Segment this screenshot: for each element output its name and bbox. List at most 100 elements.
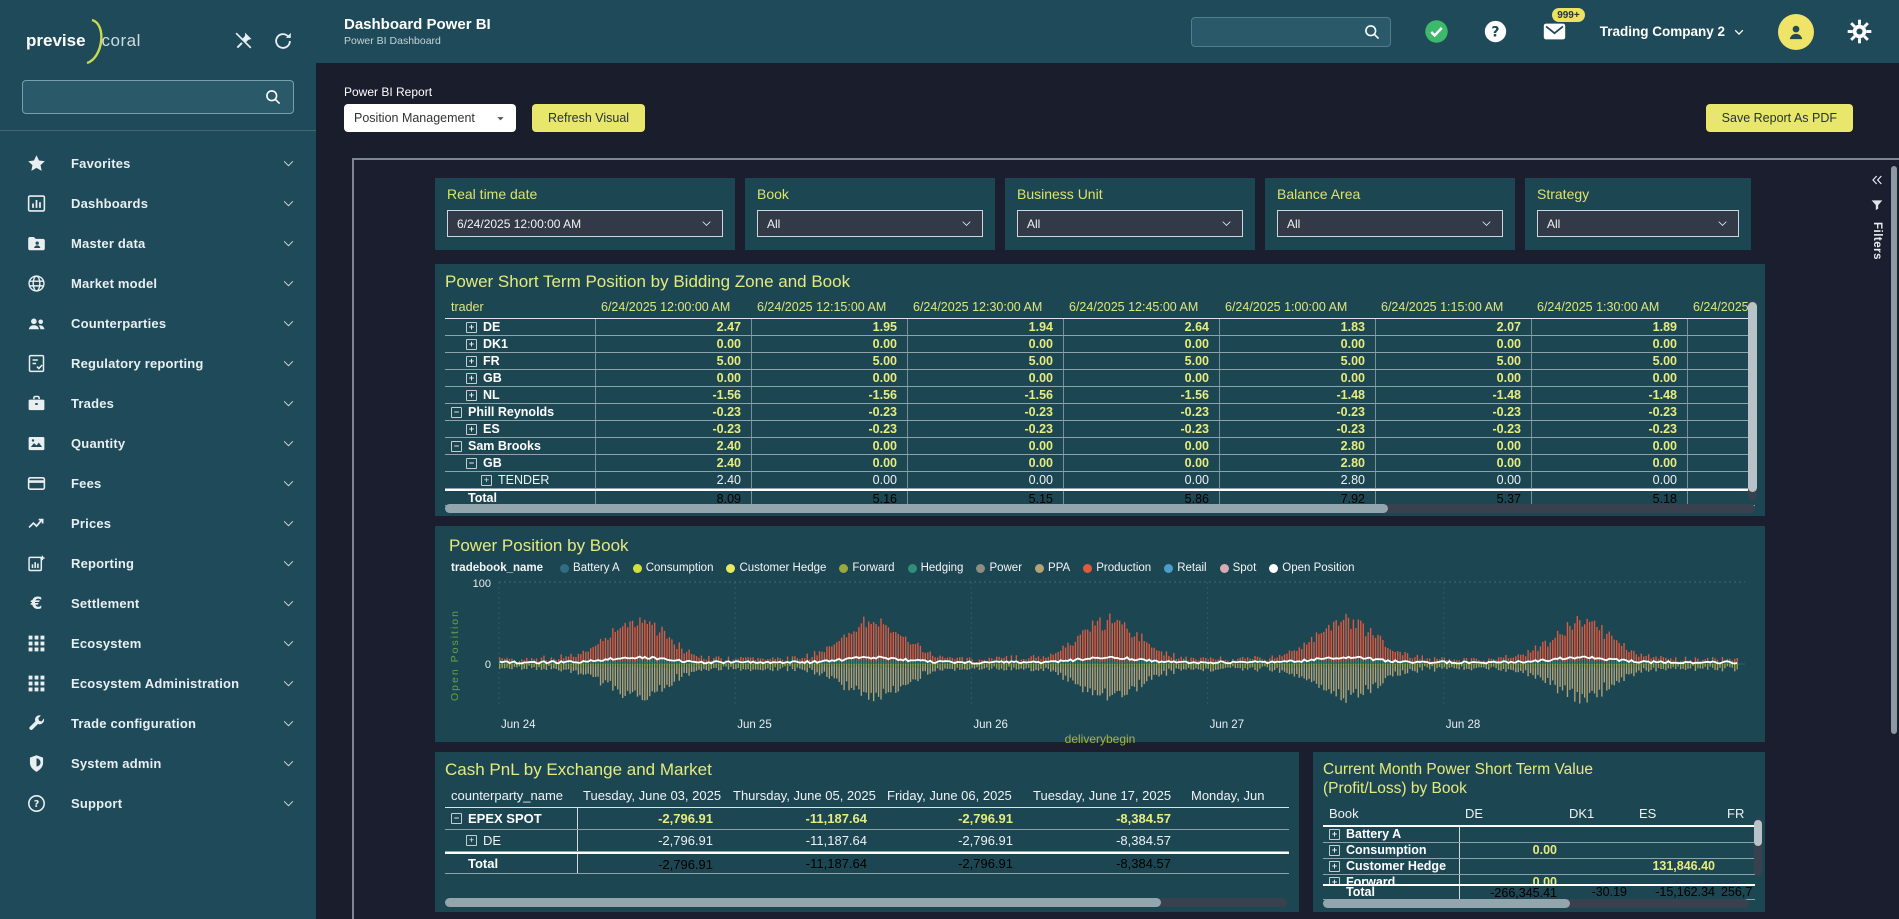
expand-icon[interactable]: + <box>466 339 477 350</box>
table-row[interactable]: +DE2.471.951.942.641.832.071.89 <box>445 319 1755 336</box>
sidebar-item-system-admin[interactable]: System admin <box>0 743 316 783</box>
cash-pnl-horizontal-scrollbar[interactable] <box>445 898 1287 907</box>
sidebar-item-market-model[interactable]: Market model <box>0 263 316 303</box>
collapse-icon[interactable]: − <box>451 813 462 824</box>
sidebar-item-settlement[interactable]: Settlement <box>0 583 316 623</box>
user-avatar[interactable] <box>1778 14 1814 50</box>
report-vertical-scrollbar[interactable] <box>1891 166 1897 913</box>
row-label-cell: +GB <box>445 370 595 386</box>
table-row[interactable]: −Phill Reynolds-0.23-0.23-0.23-0.23-0.23… <box>445 404 1755 421</box>
expand-filters-icon[interactable] <box>1869 172 1885 188</box>
sidebar-item-trades[interactable]: Trades <box>0 383 316 423</box>
slicer-dropdown-real-time-date[interactable]: 6/24/2025 12:00:00 AM <box>447 210 723 237</box>
sidebar-item-trade-configuration[interactable]: Trade configuration <box>0 703 316 743</box>
book-value-horizontal-scrollbar[interactable] <box>1323 899 1749 908</box>
book-value-vertical-scrollbar[interactable] <box>1754 818 1762 876</box>
topbar-search[interactable] <box>1191 17 1391 47</box>
expand-icon[interactable]: + <box>1329 829 1340 840</box>
table-row[interactable]: +NL-1.56-1.56-1.56-1.56-1.48-1.48-1.48 <box>445 387 1755 404</box>
legend-item-power[interactable]: Power <box>976 562 1022 574</box>
sidebar-item-dashboards[interactable]: Dashboards <box>0 183 316 223</box>
sidebar-item-support[interactable]: Support <box>0 783 316 823</box>
legend-item-spot[interactable]: Spot <box>1220 562 1257 574</box>
table-row[interactable]: Total-2,796.91-11,187.64-2,796.91-8,384.… <box>445 852 1289 874</box>
topbar-search-input[interactable] <box>1200 24 1362 39</box>
settings-gear-icon[interactable] <box>1846 18 1873 45</box>
legend-item-hedging[interactable]: Hedging <box>908 562 964 574</box>
legend-item-open-position[interactable]: Open Position <box>1269 562 1354 574</box>
notifications-button[interactable]: 999+ <box>1541 18 1568 45</box>
position-table-vertical-scrollbar[interactable] <box>1748 300 1757 500</box>
save-report-pdf-button[interactable]: Save Report As PDF <box>1706 104 1853 132</box>
sidebar-item-ecosystem[interactable]: Ecosystem <box>0 623 316 663</box>
legend-item-retail[interactable]: Retail <box>1164 562 1206 574</box>
chevron-down-icon <box>281 356 296 371</box>
expand-icon[interactable]: + <box>466 356 477 367</box>
expand-icon[interactable]: + <box>466 373 477 384</box>
expand-icon[interactable]: + <box>466 322 477 333</box>
filters-pane-collapsed[interactable]: Filters <box>1869 172 1885 260</box>
position-table-horizontal-scrollbar[interactable] <box>445 504 1755 513</box>
collapse-icon[interactable]: − <box>451 441 462 452</box>
sidebar-item-favorites[interactable]: Favorites <box>0 143 316 183</box>
legend-item-production[interactable]: Production <box>1083 562 1151 574</box>
sidebar-search[interactable] <box>22 80 294 114</box>
expand-icon[interactable]: + <box>466 424 477 435</box>
table-row[interactable]: Total-266,345.41-30.19-15,162.34256,7 <box>1323 884 1755 900</box>
value-cell: -2,796.91 <box>577 854 727 873</box>
folder-user-icon <box>26 233 47 254</box>
refresh-visual-button[interactable]: Refresh Visual <box>532 104 645 132</box>
sidebar-item-ecosystem-administration[interactable]: Ecosystem Administration <box>0 663 316 703</box>
table-row[interactable]: +Consumption0.00 <box>1323 843 1755 859</box>
sidebar-item-counterparties[interactable]: Counterparties <box>0 303 316 343</box>
expand-icon[interactable]: + <box>466 835 477 846</box>
slicer-dropdown-balance-area[interactable]: All <box>1277 210 1503 237</box>
sidebar-item-quantity[interactable]: Quantity <box>0 423 316 463</box>
slicer-dropdown-strategy[interactable]: All <box>1537 210 1739 237</box>
unpin-sidebar-icon[interactable] <box>232 30 254 52</box>
sidebar-item-master-data[interactable]: Master data <box>0 223 316 263</box>
legend-item-ppa[interactable]: PPA <box>1035 562 1070 574</box>
collapse-icon[interactable]: − <box>451 407 462 418</box>
expand-icon[interactable]: + <box>466 390 477 401</box>
collapse-icon[interactable]: − <box>466 458 477 469</box>
expand-icon[interactable]: + <box>481 475 492 486</box>
sidebar-search-input[interactable] <box>33 90 263 105</box>
row-label-cell: −GB <box>445 455 595 471</box>
table-row[interactable]: +ES-0.23-0.23-0.23-0.23-0.23-0.23-0.23 <box>445 421 1755 438</box>
power-position-chart[interactable]: 1000Jun 24Jun 25Jun 26Jun 27Jun 28 <box>465 576 1745 734</box>
help-icon[interactable] <box>1482 18 1509 45</box>
legend-item-customer-hedge[interactable]: Customer Hedge <box>726 562 826 574</box>
sidebar-item-prices[interactable]: Prices <box>0 503 316 543</box>
powerbi-report-select[interactable]: Position Management <box>344 104 516 132</box>
value-cell: 0.00 <box>595 336 751 352</box>
value-cell <box>1687 438 1755 454</box>
sidebar-item-reporting[interactable]: Reporting <box>0 543 316 583</box>
company-selector[interactable]: Trading Company 2 <box>1600 24 1746 39</box>
legend-item-forward[interactable]: Forward <box>839 562 894 574</box>
table-row[interactable]: −EPEX SPOT-2,796.91-11,187.64-2,796.91-8… <box>445 808 1289 830</box>
table-row[interactable]: +Customer Hedge131,846.40 <box>1323 859 1755 875</box>
refresh-icon[interactable] <box>272 30 294 52</box>
table-row[interactable]: +GB0.000.000.000.000.000.000.00 <box>445 370 1755 387</box>
table-row[interactable]: −GB2.400.000.000.002.800.000.00 <box>445 455 1755 472</box>
table-row[interactable]: +DK10.000.000.000.000.000.000.00 <box>445 336 1755 353</box>
sidebar-item-fees[interactable]: Fees <box>0 463 316 503</box>
table-row[interactable]: +Battery A <box>1323 827 1755 843</box>
table-row[interactable]: −Sam Brooks2.400.000.000.002.800.000.00 <box>445 438 1755 455</box>
table-row[interactable]: +TENDER2.400.000.000.002.800.000.00 <box>445 472 1755 489</box>
expand-icon[interactable]: + <box>1329 861 1340 872</box>
legend-item-battery-a[interactable]: Battery A <box>560 562 620 574</box>
expand-icon[interactable]: + <box>1329 877 1340 884</box>
slicer-dropdown-book[interactable]: All <box>757 210 983 237</box>
status-check-icon[interactable] <box>1423 18 1450 45</box>
slicer-value: 6/24/2025 12:00:00 AM <box>457 217 581 231</box>
value-cell: 0.00 <box>1531 472 1687 488</box>
expand-icon[interactable]: + <box>1329 845 1340 856</box>
slicer-dropdown-business-unit[interactable]: All <box>1017 210 1243 237</box>
table-row[interactable]: +FR5.005.005.005.005.005.005.00 <box>445 353 1755 370</box>
legend-item-consumption[interactable]: Consumption <box>633 562 714 574</box>
table-row[interactable]: +DE-2,796.91-11,187.64-2,796.91-8,384.57 <box>445 830 1289 852</box>
sidebar-item-regulatory-reporting[interactable]: Regulatory reporting <box>0 343 316 383</box>
table-row[interactable]: +Forward0.00 <box>1323 875 1755 884</box>
